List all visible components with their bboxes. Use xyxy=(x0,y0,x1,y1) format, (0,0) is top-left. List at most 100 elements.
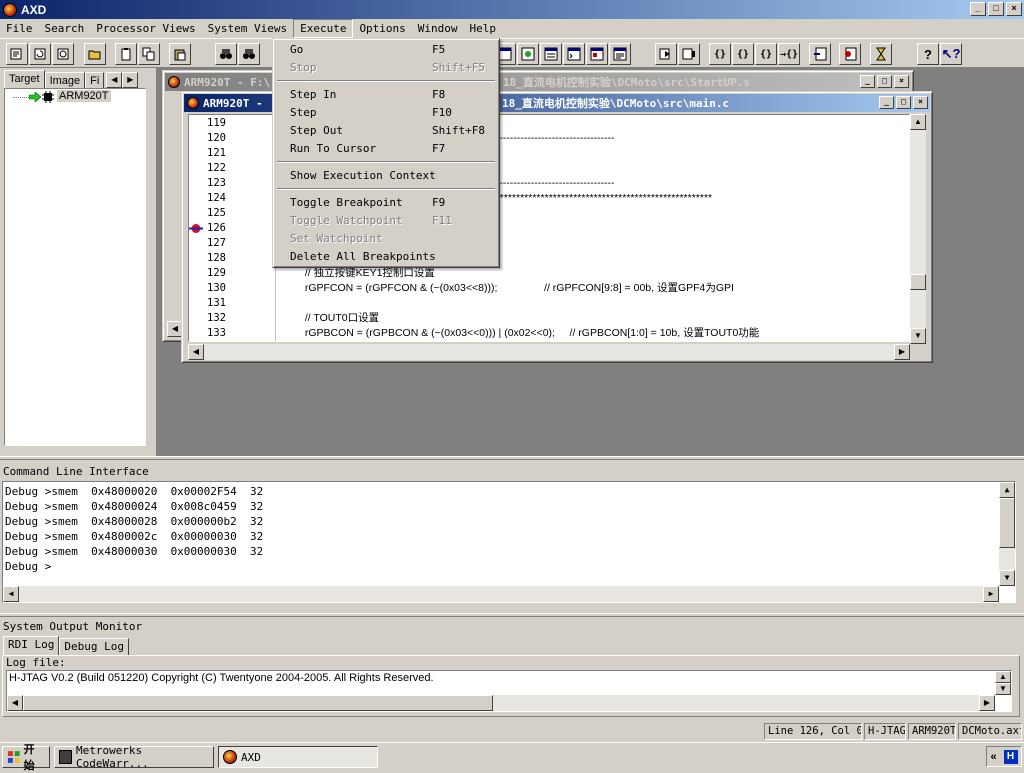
menu-item-step-in[interactable]: Step In F8 xyxy=(276,86,496,104)
memory-view-button[interactable] xyxy=(586,43,608,65)
vertical-scroll-thumb[interactable] xyxy=(910,274,926,290)
line-number-gutter[interactable]: 119 120 121 122 123 124 125 126 127 128 … xyxy=(189,115,275,341)
log-vertical-scrollbar[interactable]: ▲ ▼ xyxy=(995,671,1011,695)
open-folder-button[interactable] xyxy=(84,43,106,65)
menu-processor-views[interactable]: Processor Views xyxy=(90,19,201,38)
tab-rdi-log[interactable]: RDI Log xyxy=(3,636,60,656)
go-button[interactable] xyxy=(655,43,677,65)
refresh-button[interactable] xyxy=(52,43,74,65)
go-icon xyxy=(659,48,670,60)
main-close-button[interactable]: × xyxy=(913,96,928,109)
source-vertical-scrollbar[interactable]: ▲ ▼ xyxy=(910,114,926,344)
status-bar: Line 126, Col 0 H-JTAG ARM920T DCMoto.ax… xyxy=(0,721,1024,742)
tab-target[interactable]: Target xyxy=(4,70,45,90)
menu-system-views[interactable]: System Views xyxy=(202,19,293,38)
maximize-button[interactable]: □ xyxy=(988,2,1004,16)
menu-window[interactable]: Window xyxy=(412,19,464,38)
minimize-button[interactable]: _ xyxy=(970,2,986,16)
cli-prompt: Debug > xyxy=(5,560,52,573)
cli-line: Debug >smem 0x48000020 0x00002F54 32 xyxy=(5,485,264,498)
console-view-button[interactable] xyxy=(563,43,585,65)
menu-item-go[interactable]: Go F5 xyxy=(276,41,496,59)
help-icon: ? xyxy=(924,46,932,62)
tab-scroll-right-button[interactable]: ▶ xyxy=(122,72,139,88)
scroll-down-button[interactable]: ▼ xyxy=(910,328,926,344)
menu-item-delete-all-breakpoints[interactable]: Delete All Breakpoints xyxy=(276,248,496,266)
find-next-button[interactable] xyxy=(238,43,260,65)
scroll-up-button[interactable]: ▲ xyxy=(910,114,926,130)
menu-item-toggle-breakpoint[interactable]: Toggle Breakpoint F9 xyxy=(276,194,496,212)
context-help-button[interactable]: ↖? xyxy=(940,43,962,65)
main-minimize-button[interactable]: _ xyxy=(879,96,894,109)
command-line-output[interactable]: Debug >smem 0x48000020 0x00002F54 32 Deb… xyxy=(2,481,1016,603)
menu-search[interactable]: Search xyxy=(39,19,91,38)
horizontal-splitter-2[interactable] xyxy=(0,613,1024,617)
log-scroll-right-button[interactable]: ▶ xyxy=(979,695,995,711)
cli-vertical-scrollbar[interactable]: ▲ ▼ xyxy=(999,482,1015,586)
log-scroll-up-button[interactable]: ▲ xyxy=(995,671,1011,683)
stop-button[interactable] xyxy=(678,43,700,65)
reload-button[interactable] xyxy=(29,43,51,65)
step-in-button[interactable]: {} xyxy=(709,43,731,65)
tab-debug-log[interactable]: Debug Log xyxy=(59,638,129,656)
breakpoint-button[interactable] xyxy=(839,43,861,65)
window-app-icon xyxy=(187,97,199,109)
tree-item-arm920t[interactable]: ARM920T xyxy=(57,90,111,102)
main-window-title-left: ARM920T - xyxy=(203,96,263,110)
line-number: 132 xyxy=(207,312,226,324)
cli-scroll-thumb[interactable] xyxy=(999,498,1015,548)
menu-item-show-execution-context[interactable]: Show Execution Context xyxy=(276,167,496,185)
target-tree: ARM920T xyxy=(4,88,146,446)
menu-file[interactable]: File xyxy=(0,19,39,38)
paste-button[interactable] xyxy=(169,43,191,65)
log-horizontal-scrollbar[interactable]: ◀ ▶ xyxy=(7,695,995,711)
close-button[interactable]: × xyxy=(1006,2,1022,16)
main-maximize-button[interactable]: □ xyxy=(896,96,911,109)
cli-scroll-right-button[interactable]: ▶ xyxy=(983,586,999,602)
scroll-left-button[interactable]: ◀ xyxy=(188,344,204,360)
tab-scroll-left-button[interactable]: ◀ xyxy=(106,72,123,88)
find-button[interactable] xyxy=(215,43,237,65)
watch-view-button[interactable] xyxy=(517,43,539,65)
taskbar-axd[interactable]: AXD xyxy=(218,746,378,768)
cli-scroll-up-button[interactable]: ▲ xyxy=(999,482,1015,498)
taskbar-codewarrior[interactable]: Metrowerks CodeWarr... xyxy=(54,744,214,770)
clipboard-button[interactable] xyxy=(115,43,137,65)
cli-scroll-left-button[interactable]: ◀ xyxy=(3,586,19,602)
hjtag-tray-icon[interactable]: H xyxy=(1003,749,1018,764)
startup-minimize-button[interactable]: _ xyxy=(860,75,875,88)
step-button[interactable]: {} xyxy=(732,43,754,65)
copy-button[interactable] xyxy=(138,43,160,65)
toggle-breakpoint-button[interactable] xyxy=(809,43,831,65)
hourglass-button[interactable] xyxy=(870,43,892,65)
source-horizontal-scrollbar[interactable]: ◀ ▶ xyxy=(188,344,910,360)
start-button[interactable]: 开始 xyxy=(2,744,50,772)
cli-horizontal-scrollbar[interactable]: ◀ ▶ xyxy=(3,586,999,602)
menu-help[interactable]: Help xyxy=(464,19,503,38)
som-title: System Output Monitor xyxy=(3,620,143,633)
load-image-button[interactable] xyxy=(6,43,28,65)
variables-view-button[interactable] xyxy=(540,43,562,65)
cli-scroll-down-button[interactable]: ▼ xyxy=(999,570,1015,586)
startup-maximize-button[interactable]: □ xyxy=(877,75,892,88)
run-to-cursor-button[interactable]: →{} xyxy=(778,43,800,65)
scroll-right-button[interactable]: ▶ xyxy=(894,344,910,360)
menu-execute[interactable]: Execute xyxy=(293,19,354,38)
log-scroll-thumb[interactable] xyxy=(23,695,493,711)
chip-icon xyxy=(42,91,54,103)
menu-item-run-to-cursor[interactable]: Run To Cursor F7 xyxy=(276,140,496,158)
horizontal-splitter[interactable] xyxy=(0,456,1024,460)
help-button[interactable]: ? xyxy=(917,43,939,65)
startup-close-button[interactable]: × xyxy=(894,75,909,88)
rdi-log-output[interactable]: H-JTAG V0.2 (Build 051220) Copyright (C)… xyxy=(6,670,1012,712)
menu-options[interactable]: Options xyxy=(353,19,411,38)
line-number: 128 xyxy=(207,252,226,264)
disassembly-view-button[interactable] xyxy=(609,43,631,65)
copy-icon xyxy=(142,47,155,61)
tray-expand-button[interactable]: « xyxy=(990,751,996,763)
menu-item-step-out[interactable]: Step Out Shift+F8 xyxy=(276,122,496,140)
menu-item-step[interactable]: Step F10 xyxy=(276,104,496,122)
log-scroll-left-button[interactable]: ◀ xyxy=(7,695,23,711)
step-out-button[interactable]: {} xyxy=(755,43,777,65)
log-scroll-down-button[interactable]: ▼ xyxy=(995,683,1011,695)
